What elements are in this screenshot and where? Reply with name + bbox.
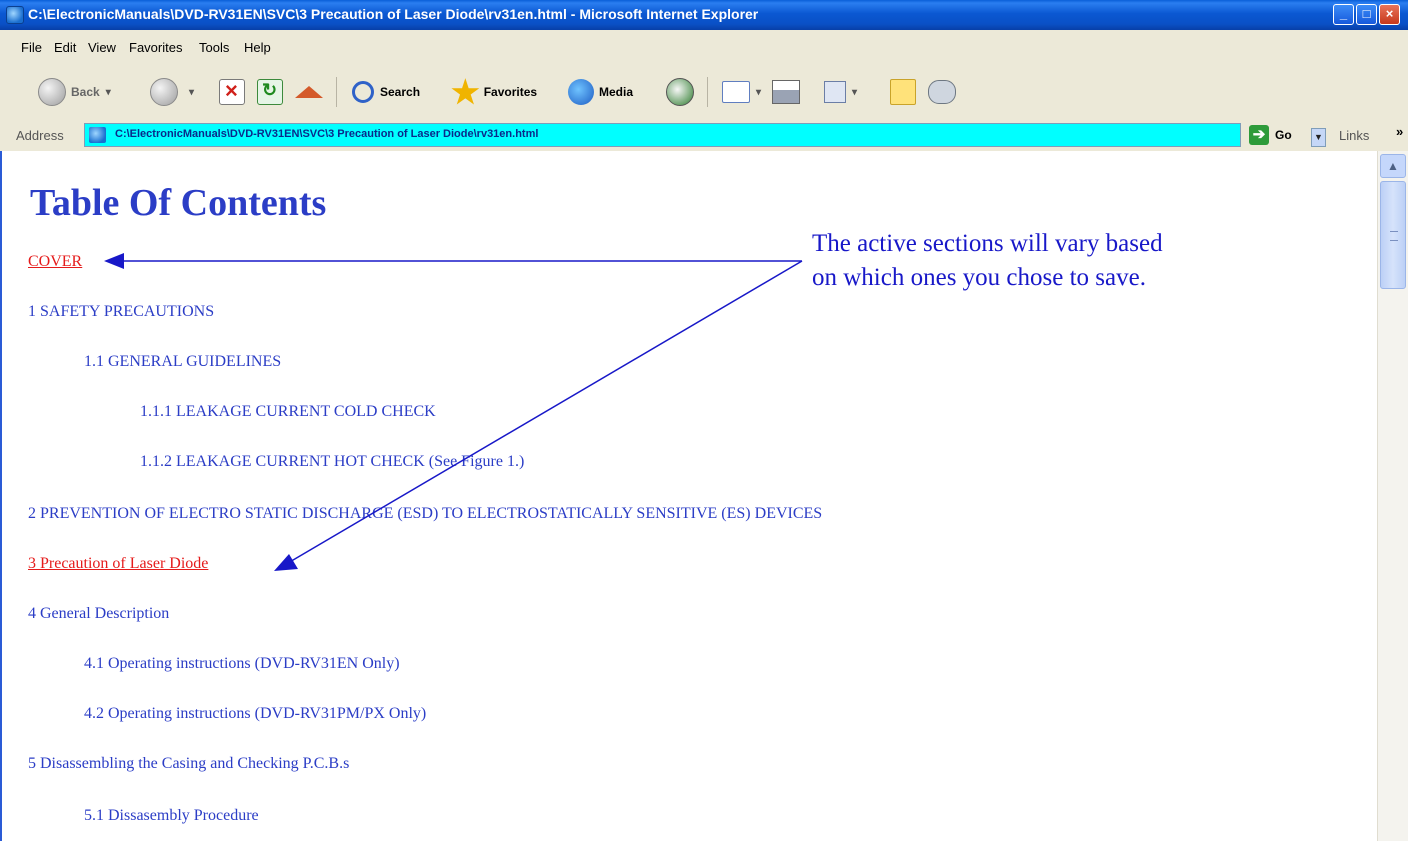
toc-link[interactable]: 4 General Description <box>28 605 169 623</box>
toc-link[interactable]: 1.1.2 LEAKAGE CURRENT HOT CHECK (See Fig… <box>140 453 524 471</box>
toc-link[interactable]: 5.1 Dissasembly Procedure <box>84 807 259 825</box>
toc-link[interactable]: 1.1.1 LEAKAGE CURRENT COLD CHECK <box>140 403 436 421</box>
back-label: Back <box>71 85 100 99</box>
search-button[interactable]: Search <box>352 75 420 109</box>
messenger-icon <box>928 80 956 104</box>
go-label: Go <box>1275 128 1292 142</box>
go-arrow-icon: ➔ <box>1249 125 1269 145</box>
window-title: C:\ElectronicManuals\DVD-RV31EN\SVC\3 Pr… <box>28 6 759 22</box>
notes-icon <box>890 79 916 105</box>
menu-view[interactable]: View <box>88 40 116 55</box>
arrowhead-cover <box>104 253 124 269</box>
history-icon <box>666 78 694 106</box>
toc-link[interactable]: 5 Disassembling the Casing and Checking … <box>28 755 349 773</box>
toc-link[interactable]: 1 SAFETY PRECAUTIONS <box>28 303 214 321</box>
toolbar-separator <box>336 77 337 107</box>
address-input[interactable]: C:\ElectronicManuals\DVD-RV31EN\SVC\3 Pr… <box>84 123 1326 147</box>
address-url: C:\ElectronicManuals\DVD-RV31EN\SVC\3 Pr… <box>115 128 539 140</box>
print-icon <box>772 80 800 104</box>
toolbar: Back ▾ ▾ Search ★ Favorites Media ▾ ▾ <box>0 63 1408 122</box>
toc-link[interactable]: 1.1 GENERAL GUIDELINES <box>84 353 281 371</box>
toc-link[interactable]: 4.1 Operating instructions (DVD-RV31EN O… <box>84 655 400 673</box>
ie-page-icon <box>6 6 24 24</box>
go-button[interactable]: ➔ Go <box>1249 125 1292 145</box>
toc-link[interactable]: 2 PREVENTION OF ELECTRO STATIC DISCHARGE… <box>28 505 822 523</box>
media-button[interactable]: Media <box>568 75 633 109</box>
page-content: Table Of Contents COVER 1 SAFETY PRECAUT… <box>0 151 1377 841</box>
toc-link[interactable]: 4.2 Operating instructions (DVD-RV31PM/P… <box>84 705 426 723</box>
forward-button[interactable]: ▾ <box>150 75 194 109</box>
refresh-button[interactable] <box>257 75 283 109</box>
grip-icon <box>1390 231 1398 241</box>
forward-arrow-icon <box>150 78 178 106</box>
title-bar: C:\ElectronicManuals\DVD-RV31EN\SVC\3 Pr… <box>0 0 1408 30</box>
toolbar-separator <box>707 77 708 107</box>
mail-button[interactable]: ▾ <box>722 75 761 109</box>
arrowhead-laser-diode <box>274 554 298 571</box>
mail-icon <box>722 81 750 103</box>
scrollbar-thumb[interactable] <box>1380 181 1406 289</box>
links-label[interactable]: Links <box>1339 128 1369 143</box>
back-arrow-icon <box>38 78 66 106</box>
media-label: Media <box>599 85 634 99</box>
edit-button[interactable]: ▾ <box>824 75 857 109</box>
edit-dropdown-icon[interactable]: ▾ <box>852 87 857 98</box>
menu-bar: File Edit View Favorites Tools Help <box>0 30 1408 88</box>
home-button[interactable] <box>295 75 323 109</box>
media-icon <box>568 79 594 105</box>
annotation-line: The active sections will vary based <box>812 230 1163 257</box>
menu-favorites[interactable]: Favorites <box>129 40 182 55</box>
search-label: Search <box>380 85 421 99</box>
print-button[interactable] <box>772 75 800 109</box>
ie-page-icon <box>89 127 106 143</box>
menu-edit[interactable]: Edit <box>54 40 76 55</box>
menu-tools[interactable]: Tools <box>199 40 229 55</box>
favorites-label: Favorites <box>483 85 538 99</box>
edit-icon <box>824 81 846 103</box>
annotation-line: on which ones you chose to save. <box>812 264 1146 291</box>
back-dropdown-icon[interactable]: ▾ <box>106 87 111 98</box>
maximize-button[interactable]: □ <box>1356 4 1377 25</box>
refresh-icon <box>257 79 283 105</box>
notes-button[interactable] <box>890 75 916 109</box>
menu-file[interactable]: File <box>21 40 42 55</box>
close-button[interactable]: × <box>1379 4 1400 25</box>
back-button[interactable]: Back ▾ <box>38 75 111 109</box>
history-button[interactable] <box>666 75 699 109</box>
annotation-note: The active sections will vary based on w… <box>812 227 1282 295</box>
forward-dropdown-icon[interactable]: ▾ <box>189 87 194 98</box>
favorites-button[interactable]: ★ Favorites <box>451 75 537 109</box>
address-bar: Address C:\ElectronicManuals\DVD-RV31EN\… <box>0 121 1408 152</box>
mail-dropdown-icon[interactable]: ▾ <box>756 87 761 98</box>
menu-help[interactable]: Help <box>244 40 271 55</box>
scroll-up-icon[interactable]: ▲ <box>1380 154 1406 178</box>
toc-link-laser-diode[interactable]: 3 Precaution of Laser Diode <box>28 555 208 573</box>
stop-icon <box>219 78 245 105</box>
minimize-button[interactable]: _ <box>1333 4 1354 25</box>
home-icon <box>295 86 323 98</box>
favorites-star-icon: ★ <box>451 74 480 110</box>
address-label: Address <box>16 128 64 143</box>
stop-button[interactable] <box>219 75 245 109</box>
search-icon <box>352 81 374 103</box>
links-chevron-icon[interactable]: » <box>1396 124 1403 139</box>
page-title: Table Of Contents <box>30 182 327 224</box>
messenger-button[interactable] <box>928 75 956 109</box>
vertical-scrollbar[interactable]: ▲ <box>1377 151 1408 841</box>
address-dropdown-icon[interactable]: ▼ <box>1311 128 1326 147</box>
toc-link-cover[interactable]: COVER <box>28 253 82 271</box>
